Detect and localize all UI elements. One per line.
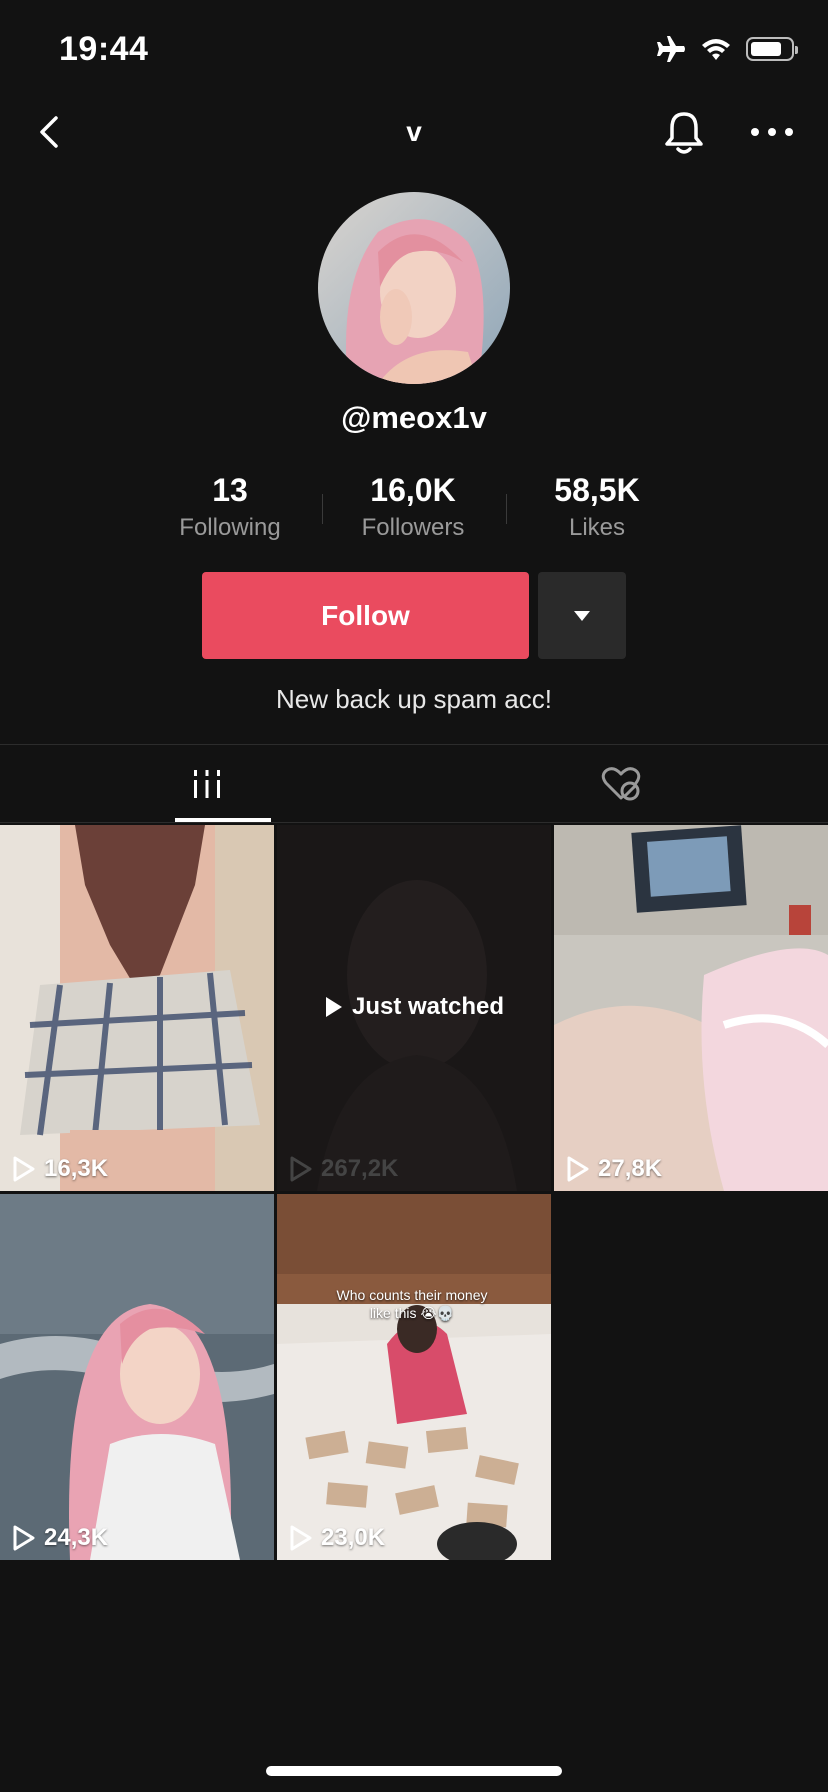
video-tile[interactable]: 24,3K — [0, 1194, 274, 1560]
follow-button[interactable]: Follow — [202, 572, 529, 659]
stat-label: Followers — [361, 514, 465, 541]
tab-liked[interactable] — [414, 745, 828, 823]
stat-following[interactable]: 13 Following — [150, 470, 310, 546]
video-thumbnail — [277, 1194, 551, 1560]
home-indicator — [266, 1766, 562, 1776]
video-thumbnail — [0, 825, 274, 1191]
play-filled-icon — [325, 997, 342, 1017]
more-options-icon[interactable] — [748, 120, 796, 144]
stat-value: 16,0K — [370, 472, 456, 508]
view-count-text: 24,3K — [44, 1524, 109, 1551]
stat-value: 13 — [212, 472, 248, 508]
view-count: 16,3K — [12, 1155, 108, 1183]
view-count-text: 16,3K — [44, 1155, 109, 1182]
tab-videos[interactable] — [0, 745, 414, 823]
video-thumbnail — [554, 825, 828, 1191]
view-count: 23,0K — [289, 1524, 385, 1552]
view-count: 24,3K — [12, 1524, 108, 1552]
liked-hidden-heart-icon — [601, 767, 641, 801]
status-icons — [654, 34, 798, 64]
profile-bio: New back up spam acc! — [275, 684, 552, 714]
status-time: 19:44 — [59, 30, 149, 68]
just-watched-overlay: Just watched — [277, 993, 551, 1021]
battery-icon — [746, 37, 798, 61]
stat-label: Following — [179, 514, 281, 541]
stat-value: 58,5K — [554, 472, 640, 508]
profile-tabs — [0, 745, 828, 823]
tabs-divider-bottom — [0, 822, 828, 823]
stat-divider — [506, 494, 507, 524]
video-tile[interactable]: Just watched 267,2K — [277, 825, 551, 1191]
stat-label: Likes — [568, 514, 626, 541]
video-caption-line: like this 😭💀 — [369, 1305, 455, 1321]
play-outline-icon — [567, 1156, 589, 1182]
video-tile[interactable]: 16,3K — [0, 825, 274, 1191]
video-caption: Who counts their money like this 😭💀 — [307, 1286, 517, 1322]
play-outline-icon — [290, 1525, 312, 1551]
view-count: 267,2K — [289, 1155, 398, 1183]
play-outline-icon — [13, 1156, 35, 1182]
play-outline-icon — [13, 1525, 35, 1551]
video-tile[interactable]: 27,8K — [554, 825, 828, 1191]
wifi-icon — [702, 39, 730, 60]
view-count-text: 267,2K — [321, 1155, 399, 1182]
view-count: 27,8K — [566, 1155, 662, 1183]
just-watched-label: Just watched — [351, 993, 505, 1020]
username-handle: @meox1v — [341, 400, 487, 435]
status-bar: 19:44 — [0, 0, 828, 100]
bell-icon[interactable] — [662, 108, 706, 156]
stat-likes[interactable]: 58,5K Likes — [517, 470, 677, 546]
airplane-icon — [657, 36, 685, 62]
videos-grid-icon — [194, 770, 220, 798]
profile-stats: 13 Following 16,0K Followers 58,5K Likes — [0, 470, 828, 550]
stat-divider — [322, 494, 323, 524]
view-count-text: 23,0K — [321, 1524, 386, 1551]
caret-down-icon — [574, 610, 590, 621]
play-outline-icon — [290, 1156, 312, 1182]
video-tile[interactable]: Who counts their money like this 😭💀 23,0… — [277, 1194, 551, 1560]
top-nav: v — [0, 100, 828, 166]
avatar[interactable] — [318, 192, 510, 384]
video-thumbnail — [0, 1194, 274, 1560]
video-caption-line: Who counts their money — [336, 1287, 488, 1303]
stat-followers[interactable]: 16,0K Followers — [333, 470, 493, 546]
suggested-accounts-dropdown-button[interactable] — [538, 572, 626, 659]
view-count-text: 27,8K — [598, 1155, 663, 1182]
